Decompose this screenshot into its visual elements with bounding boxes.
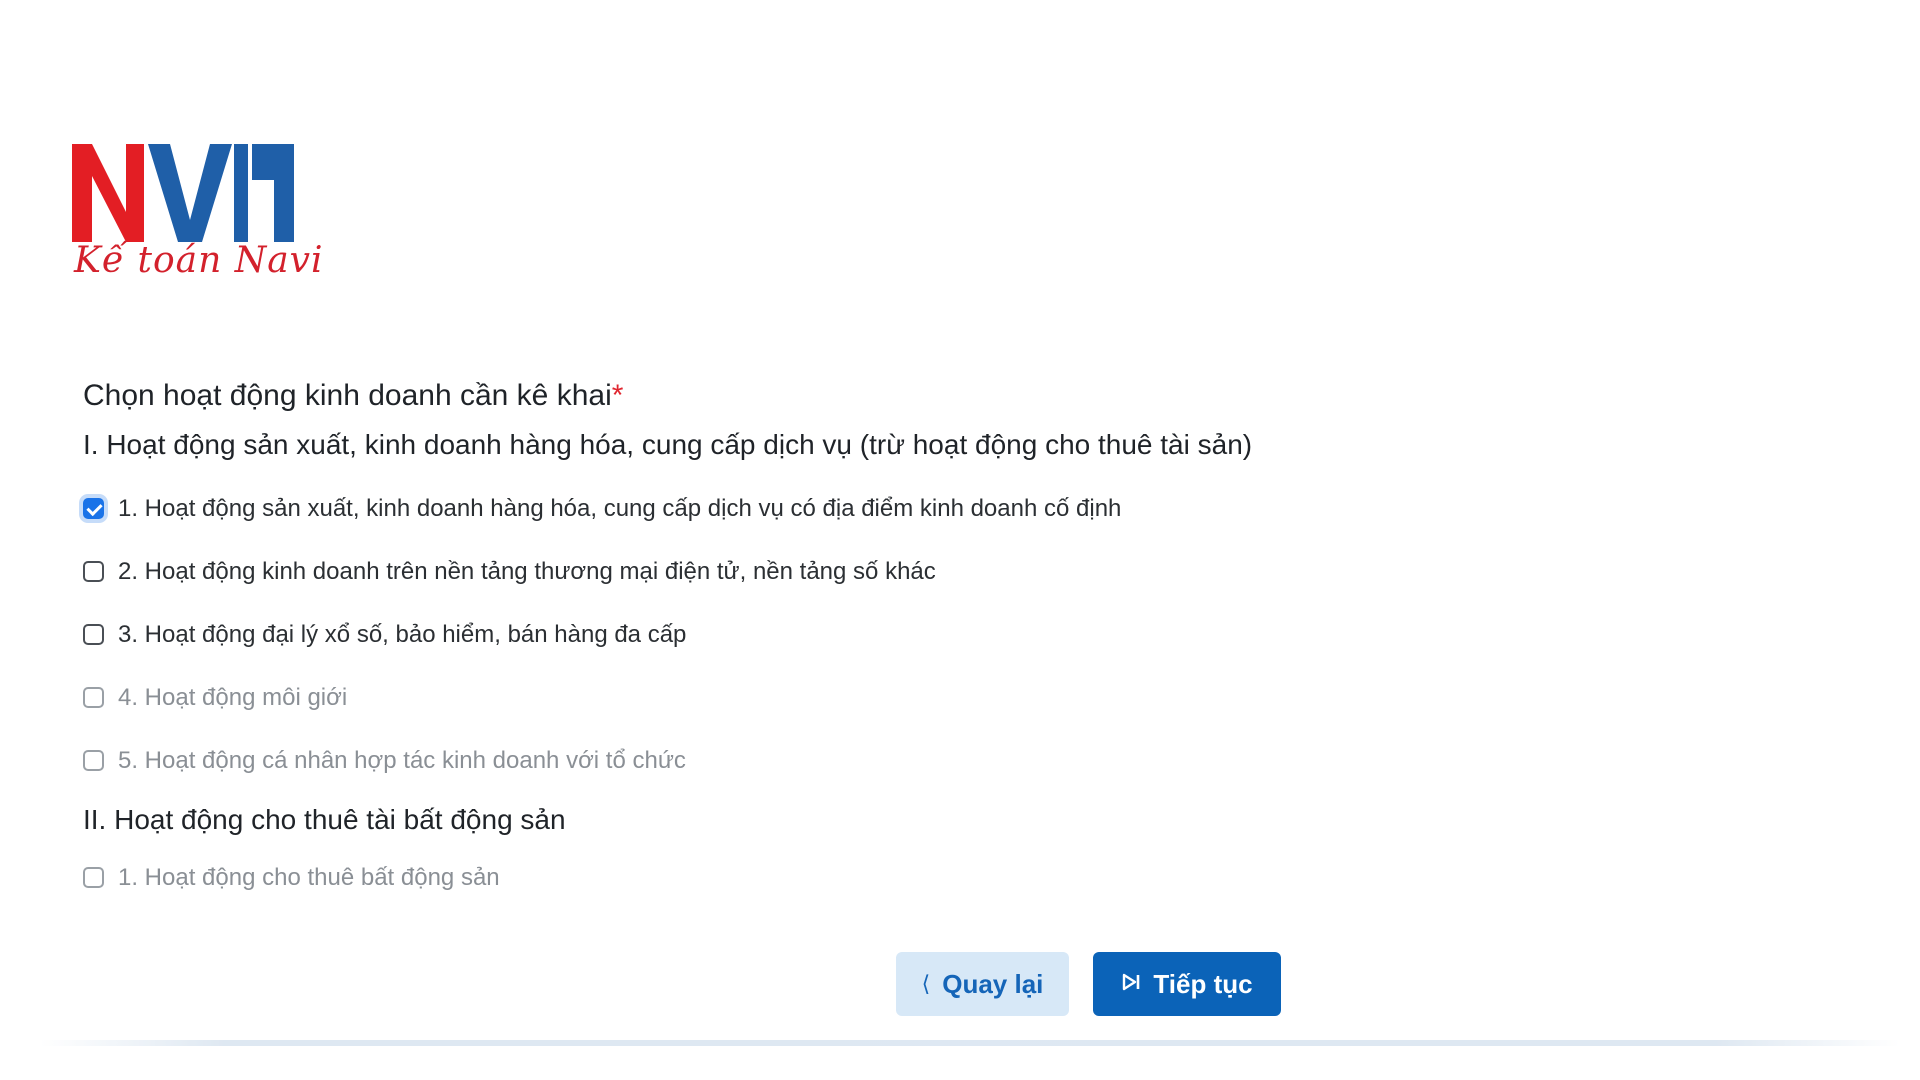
option-label: 3. Hoạt động đại lý xổ số, bảo hiểm, bán… <box>118 620 687 648</box>
option-1-5[interactable]: 5. Hoạt động cá nhân hợp tác kinh doanh … <box>83 729 1583 792</box>
section-heading-1: I. Hoạt động sản xuất, kinh doanh hàng h… <box>83 429 1253 460</box>
option-1-2[interactable]: 2. Hoạt động kinh doanh trên nền tảng th… <box>83 540 1583 603</box>
form-title-text: Chọn hoạt động kinh doanh cần kê khai <box>83 379 612 412</box>
option-1-1[interactable]: 1. Hoạt động sản xuất, kinh doanh hàng h… <box>83 477 1583 540</box>
decorative-bottom-strip <box>40 1040 1900 1046</box>
checkbox-icon[interactable] <box>83 561 104 582</box>
option-1-3[interactable]: 3. Hoạt động đại lý xổ số, bảo hiểm, bán… <box>83 603 1583 666</box>
checkbox-icon[interactable] <box>83 687 104 708</box>
option-label: 2. Hoạt động kinh doanh trên nền tảng th… <box>118 557 936 585</box>
skip-forward-icon <box>1121 972 1141 996</box>
nvi-logo-mark <box>72 144 294 242</box>
chevron-left-icon: ⟨ <box>921 971 931 996</box>
checkbox-icon[interactable] <box>83 867 104 888</box>
business-activity-form: Chọn hoạt động kinh doanh cần kê khai* I… <box>83 375 1583 909</box>
logo-script-text: Kế toán Navi <box>74 240 324 281</box>
option-1-4[interactable]: 4. Hoạt động môi giới <box>83 666 1583 729</box>
options-list-section-2: 1. Hoạt động cho thuê bất động sản <box>83 846 1583 909</box>
page: Kế toán Navi Chọn hoạt động kinh doanh c… <box>0 0 1920 1080</box>
form-actions: ⟨ Quay lại Tiếp tục <box>896 952 1281 1016</box>
brand-logo: Kế toán Navi <box>72 140 324 290</box>
back-button[interactable]: ⟨ Quay lại <box>896 952 1069 1016</box>
option-2-1[interactable]: 1. Hoạt động cho thuê bất động sản <box>83 846 1583 909</box>
checkbox-checked-icon[interactable] <box>83 498 104 519</box>
checkbox-icon[interactable] <box>83 750 104 771</box>
continue-button-label: Tiếp tục <box>1153 968 1253 999</box>
required-mark: * <box>611 379 624 412</box>
option-label: 1. Hoạt động sản xuất, kinh doanh hàng h… <box>118 494 1122 522</box>
options-list-section-1: 1. Hoạt động sản xuất, kinh doanh hàng h… <box>83 477 1583 792</box>
checkbox-icon[interactable] <box>83 624 104 645</box>
continue-button[interactable]: Tiếp tục <box>1093 952 1281 1016</box>
option-label: 5. Hoạt động cá nhân hợp tác kinh doanh … <box>118 746 686 774</box>
option-label: 1. Hoạt động cho thuê bất động sản <box>118 863 500 891</box>
section-heading-2: II. Hoạt động cho thuê tài bất động sản <box>83 804 566 835</box>
back-button-label: Quay lại <box>942 968 1044 999</box>
option-label: 4. Hoạt động môi giới <box>118 683 348 711</box>
form-title: Chọn hoạt động kinh doanh cần kê khai* <box>83 375 1583 417</box>
